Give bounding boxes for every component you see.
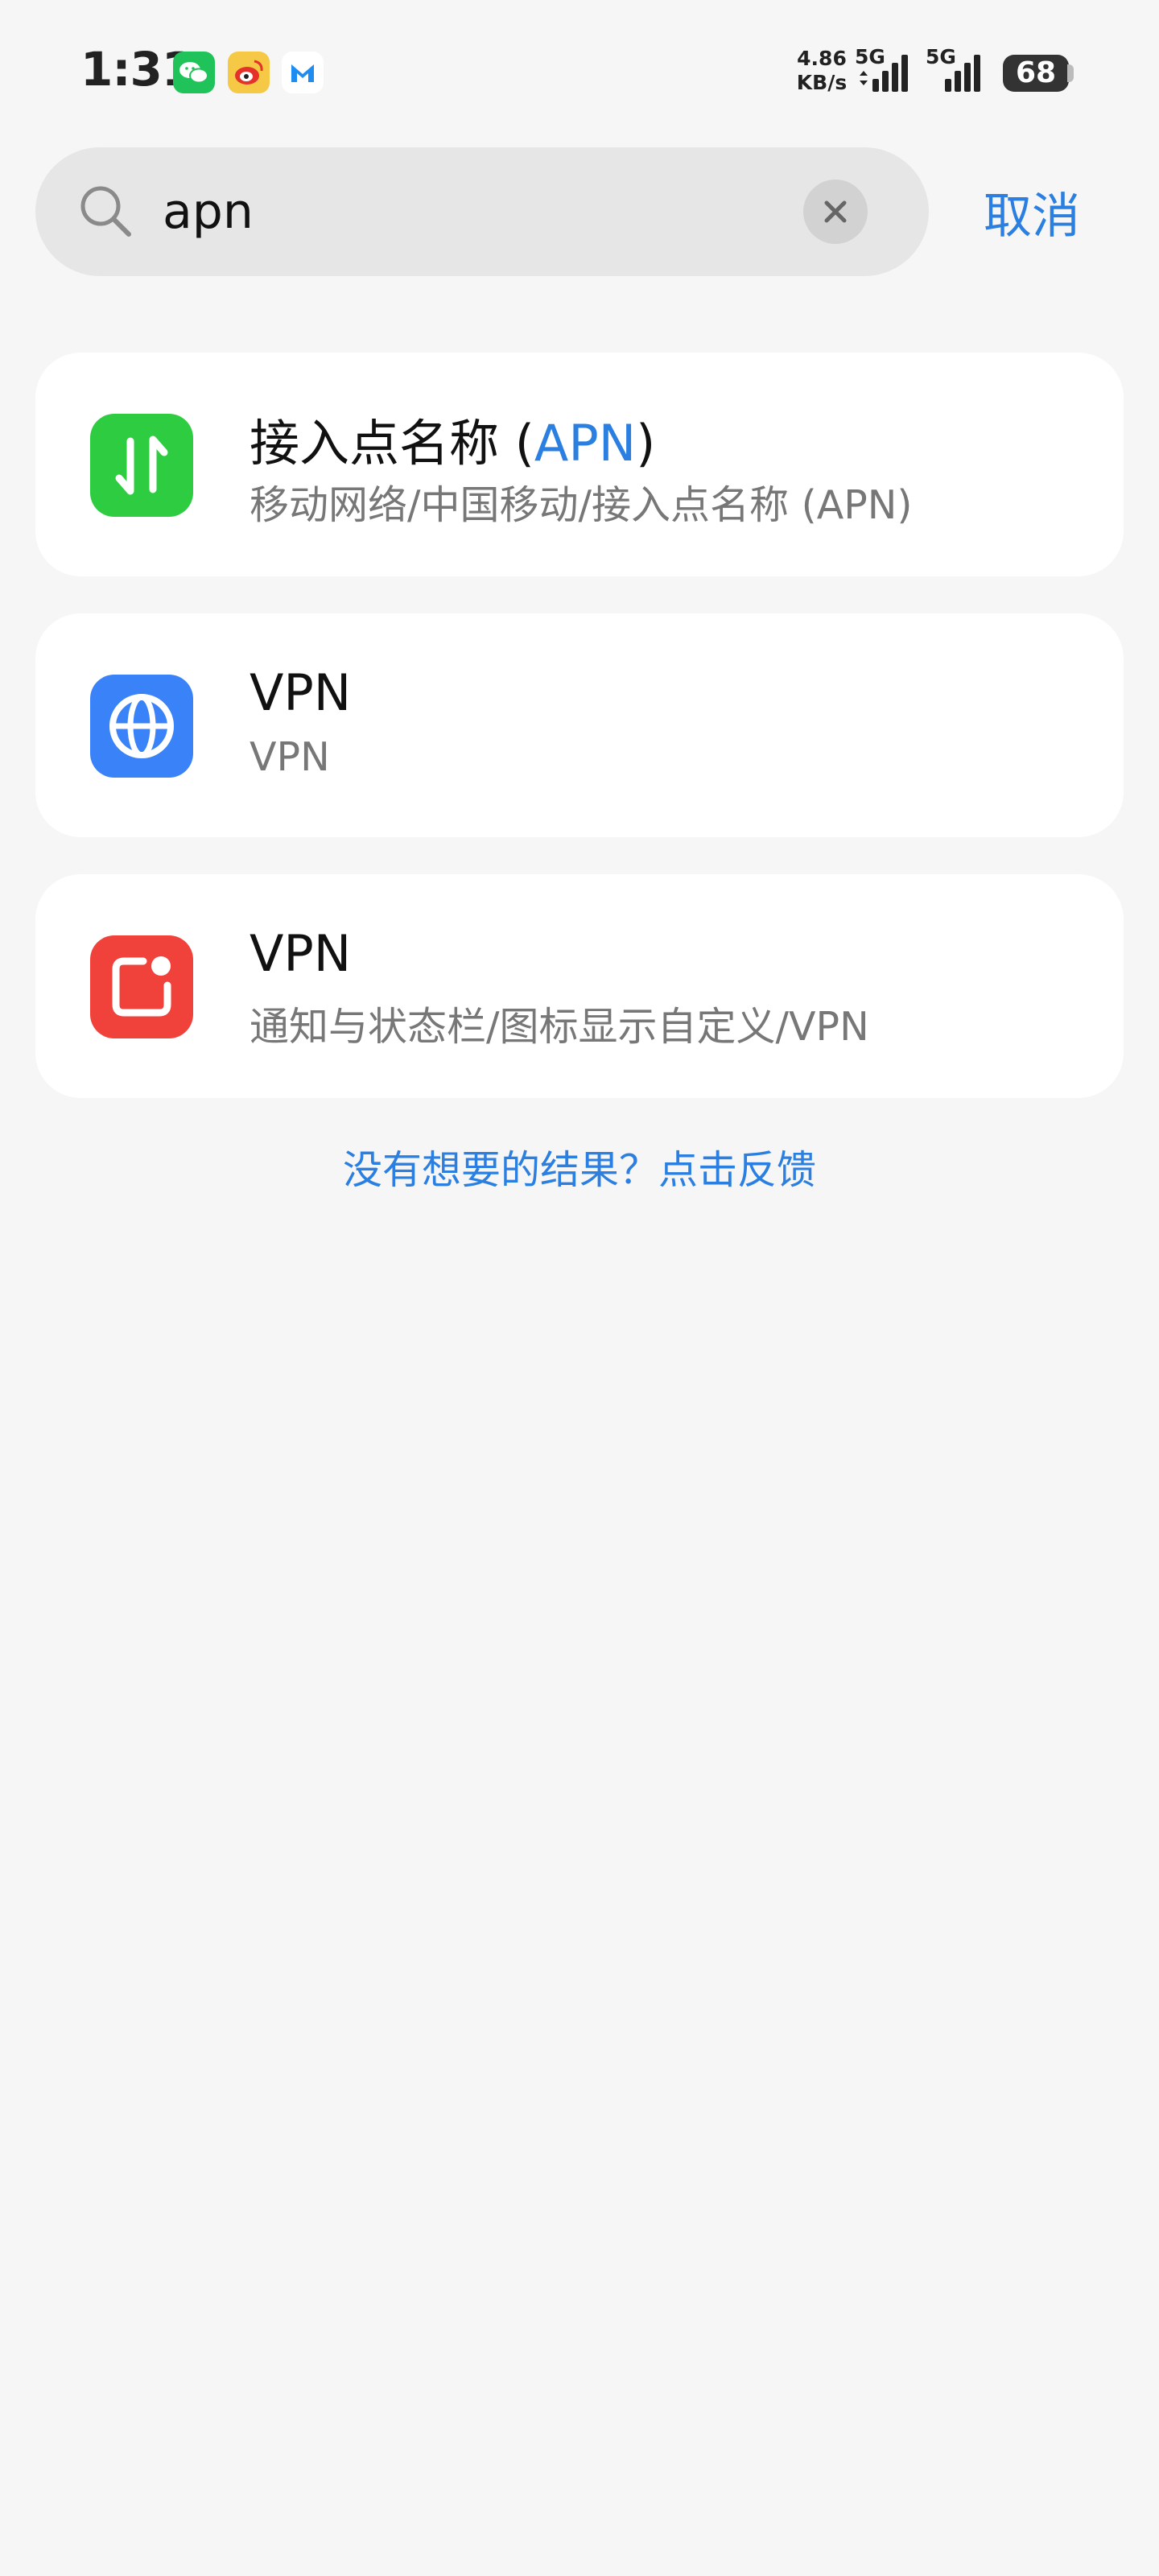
close-icon <box>824 200 847 223</box>
result-title: VPN <box>250 924 352 983</box>
weibo-icon <box>228 52 270 93</box>
search-screen: 1:31 4.86 KB/s 5G 5G 68 apn 取消 接入点名称 (AP… <box>0 0 1159 2576</box>
search-input[interactable] <box>163 171 823 252</box>
search-icon <box>74 180 138 244</box>
clear-search-button[interactable] <box>803 180 868 244</box>
result-title-prefix: 接入点名称 ( <box>250 414 534 473</box>
data-transfer-icon <box>90 414 193 517</box>
result-title: 接入点名称 (APN) <box>250 402 655 475</box>
notification-badge-icon <box>90 935 193 1038</box>
wechat-icon <box>173 52 215 93</box>
network-speed-unit: KB/s <box>796 71 848 94</box>
status-bar: 1:31 4.86 KB/s 5G 5G 68 <box>0 0 1159 145</box>
result-title-suffix: ) <box>636 414 656 473</box>
result-title: VPN <box>250 663 352 722</box>
result-subtitle: 通知与状态栏/图标显示自定义/VPN <box>250 1004 869 1050</box>
globe-icon <box>90 675 193 778</box>
network-speed: 4.86 KB/s <box>794 47 850 95</box>
result-item-vpn[interactable]: VPN VPN <box>35 613 1124 837</box>
result-title-highlight: APN <box>534 414 637 473</box>
sim1-signal-icon <box>856 52 913 93</box>
search-box[interactable] <box>35 147 929 276</box>
sim2-signal-icon <box>942 52 998 93</box>
result-item-vpn-notification[interactable]: VPN 通知与状态栏/图标显示自定义/VPN <box>35 874 1124 1098</box>
feedback-link[interactable]: 没有想要的结果？点击反馈 <box>0 1138 1159 1195</box>
cancel-button[interactable]: 取消 <box>984 177 1080 247</box>
mail-app-icon <box>282 52 324 93</box>
battery-tip <box>1067 64 1074 82</box>
battery-indicator: 68 <box>1003 55 1069 92</box>
result-subtitle: 移动网络/中国移动/接入点名称 (APN) <box>250 482 913 528</box>
network-speed-value: 4.86 <box>797 47 847 70</box>
result-item-apn[interactable]: 接入点名称 (APN) 移动网络/中国移动/接入点名称 (APN) <box>35 353 1124 576</box>
result-subtitle: VPN <box>250 734 330 780</box>
